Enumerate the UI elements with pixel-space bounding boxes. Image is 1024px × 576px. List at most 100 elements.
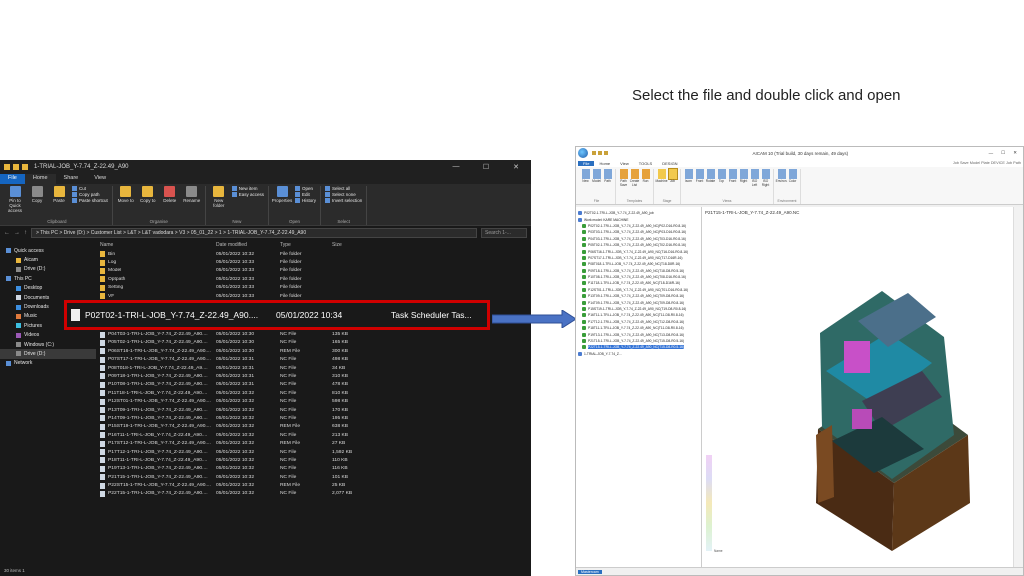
up-arrow-icon[interactable]: ↑ — [24, 230, 27, 236]
copy-button[interactable]: Copy — [28, 186, 46, 213]
file-row[interactable]: P19T13-1-TRI-L-JOB_Y-7.74_Z-22.49_A90...… — [100, 465, 531, 473]
minimize-button[interactable]: — — [441, 163, 471, 171]
file-row[interactable]: Optpath 05/01/2022 10:33 File folder — [100, 275, 531, 283]
minimize-button[interactable]: — — [985, 151, 998, 156]
column-type[interactable]: Type — [280, 242, 332, 248]
invert-selection-button[interactable]: Invert selection — [325, 198, 362, 203]
file-row[interactable]: Model 05/01/2022 10:33 File folder — [100, 267, 531, 275]
file-row[interactable]: Bin 05/01/2022 10:32 File folder — [100, 250, 531, 258]
ribbon-button[interactable]: Front — [728, 169, 737, 187]
ribbon-button[interactable]: Environ. — [776, 169, 787, 184]
column-size[interactable]: Size — [332, 242, 378, 248]
file-row[interactable]: Setting 05/01/2022 10:33 File folder — [100, 284, 531, 292]
nav-item[interactable]: This PC — [0, 274, 96, 283]
maximize-button[interactable]: ☐ — [997, 150, 1009, 156]
file-row[interactable]: P15ST19-1-TRI-L-JOB_Y-7.74_Z-22.49_A90..… — [100, 423, 531, 431]
ribbon-button[interactable]: Front — [695, 169, 704, 187]
nav-item[interactable]: Drive (D:) — [0, 265, 96, 274]
file-row[interactable]: P16T11-1-TRI-L-JOB_Y-7.74_Z-22.49_A90...… — [100, 431, 531, 439]
forward-arrow-icon[interactable]: → — [14, 230, 20, 236]
easy-access-button[interactable]: Easy access — [231, 192, 264, 197]
file-row[interactable]: P17T12-1-TRI-L-JOB_Y-7.74_Z-22.49_A90...… — [100, 448, 531, 456]
file-row[interactable]: P18T11-1-TRI-L-JOB_Y-7.74_Z-22.49_A90...… — [100, 456, 531, 464]
move-to-button[interactable]: Move to — [117, 186, 135, 203]
history-button[interactable]: History — [295, 198, 316, 203]
file-row[interactable]: P13T09-1-TRI-L-JOB_Y-7.74_Z-22.49_A90...… — [100, 406, 531, 414]
ribbon-button[interactable]: Right — [739, 169, 748, 187]
nav-item[interactable]: Desktop — [0, 284, 96, 293]
select-all-button[interactable]: Select all — [325, 186, 362, 191]
ribbon-button[interactable]: Color — [788, 169, 797, 184]
column-name[interactable]: Name — [100, 242, 216, 248]
new-item-button[interactable]: New item — [231, 186, 264, 191]
menu-file[interactable]: File — [578, 160, 595, 166]
ribbon-button[interactable]: Top — [717, 169, 726, 187]
menu-right-items[interactable]: Job Save Model Plate DEVICE Job Path — [948, 161, 1023, 165]
file-row[interactable]: Log 05/01/2022 10:33 File folder — [100, 258, 531, 266]
search-input[interactable]: Search 1-... — [481, 228, 527, 238]
cut-button[interactable]: Cut — [72, 186, 108, 191]
menu-tools[interactable]: TOOLS — [634, 161, 658, 166]
nav-item[interactable]: Windows (C:) — [0, 340, 96, 349]
maximize-button[interactable]: ☐ — [471, 163, 501, 171]
file-row[interactable]: P04T03-1-TRI-L-JOB_Y-7.74_Z-22.49_A90...… — [100, 330, 531, 338]
highlighted-file-row[interactable]: P02T02-1-TRI-L-JOB_Y-7.74_Z-22.49_A90...… — [64, 300, 490, 331]
ribbon-button[interactable]: New — [581, 169, 590, 184]
menu-view[interactable]: View — [615, 161, 634, 166]
copy-to-button[interactable]: Copy to — [139, 186, 157, 203]
quick-access-toolbar[interactable] — [4, 164, 28, 170]
file-row[interactable]: P09T18-1-TRI-L-JOB_Y-7.74_Z-22.49_A90...… — [100, 372, 531, 380]
file-row[interactable]: P10T08-1-TRI-L-JOB_Y-7.74_Z-22.49_A90...… — [100, 381, 531, 389]
ribbon-button[interactable]: Create List — [630, 169, 639, 187]
file-row[interactable]: P07ST17-1-TRI-L-JOB_Y-7.74_Z-22.49_A90..… — [100, 356, 531, 364]
file-row[interactable]: VF 05/01/2022 10:33 File folder — [100, 292, 531, 300]
open-button[interactable]: Open — [295, 186, 316, 191]
file-row[interactable]: P22ST15-1-TRI-L-JOB_Y-7.74_Z-22.49_A90..… — [100, 481, 531, 489]
tab-view[interactable]: View — [86, 174, 114, 184]
nav-item[interactable]: Aicam — [0, 255, 96, 264]
ribbon-button[interactable]: Path — [603, 169, 612, 184]
status-tab[interactable]: Mastercam — [578, 569, 602, 574]
back-arrow-icon[interactable]: ← — [4, 230, 10, 236]
rename-button[interactable]: Rename — [183, 186, 201, 203]
ribbon-button[interactable]: ISO Left — [750, 169, 759, 187]
quick-access-toolbar[interactable] — [592, 151, 608, 155]
file-row[interactable]: P21T15-1-TRI-L-JOB_Y-7.74_Z-22.49_A90...… — [100, 473, 531, 481]
nav-item[interactable]: Quick access — [0, 246, 96, 255]
vertical-scrollbar[interactable] — [1013, 207, 1023, 567]
file-row[interactable]: P14T09-1-TRI-L-JOB_Y-7.74_Z-22.49_A90...… — [100, 414, 531, 422]
file-row[interactable]: P08T018-1-TRI-L-JOB_Y-7.74_Z-22.49_A9...… — [100, 364, 531, 372]
ribbon-button[interactable]: Job — [667, 168, 678, 184]
edit-button[interactable]: Edit — [295, 192, 316, 197]
nav-item[interactable]: Videos — [0, 331, 96, 340]
file-row[interactable]: P12ST01-1-TRI-L-JOB_Y-7.74_Z-22.49_A90..… — [100, 397, 531, 405]
3d-viewport[interactable]: P21T15-1-TRI-L-JOB_Y-7.74_Z-22.49_A90.NC… — [702, 207, 1023, 567]
nav-item[interactable]: Network — [0, 359, 96, 368]
menu-design[interactable]: DESIGN — [657, 161, 682, 166]
ribbon-button[interactable]: Run — [641, 169, 650, 187]
ribbon-button[interactable]: Machine — [655, 169, 668, 184]
ribbon-button[interactable]: Path Save — [619, 169, 628, 187]
tab-file[interactable]: File — [0, 174, 25, 184]
menu-home[interactable]: Home — [594, 161, 615, 166]
ribbon-button[interactable]: ISO Right — [761, 169, 770, 187]
address-bar[interactable]: > This PC > Drive (D:) > Customer List >… — [31, 228, 477, 238]
file-row[interactable]: P11T18-1-TRI-L-JOB_Y-7.74_Z-22.49_A90...… — [100, 389, 531, 397]
properties-button[interactable]: Properties — [272, 186, 292, 203]
tab-home[interactable]: Home — [24, 174, 56, 184]
ribbon-button[interactable]: Rotate — [706, 169, 715, 187]
new-folder-button[interactable]: New folder — [210, 186, 228, 208]
nav-item[interactable]: Drive (D:) — [0, 349, 96, 359]
column-date[interactable]: Date modified — [216, 242, 280, 248]
ribbon-button[interactable]: Isom — [684, 169, 693, 187]
file-row[interactable]: P05T02-1-TRI-L-JOB_Y-7.74_Z-22.49_A90...… — [100, 339, 531, 347]
close-button[interactable]: ✕ — [1009, 150, 1021, 156]
file-row[interactable]: P22T15-1-TRI-L-JOB_Y-7.74_Z-22.49_A90...… — [100, 490, 531, 498]
copy-path-button[interactable]: Copy path — [72, 192, 108, 197]
paste-button[interactable]: Paste — [50, 186, 68, 213]
file-row[interactable]: P06ST16-1-TRI-L-JOB_Y-7.74_Z-22.49_A90..… — [100, 347, 531, 355]
file-row[interactable]: P17ST12-1-TRI-L-JOB_Y-7.74_Z-22.49_A90..… — [100, 439, 531, 447]
delete-button[interactable]: Delete — [161, 186, 179, 203]
pin-quick-access-button[interactable]: Pin to Quick access — [6, 186, 24, 213]
tab-share[interactable]: Share — [56, 174, 87, 184]
